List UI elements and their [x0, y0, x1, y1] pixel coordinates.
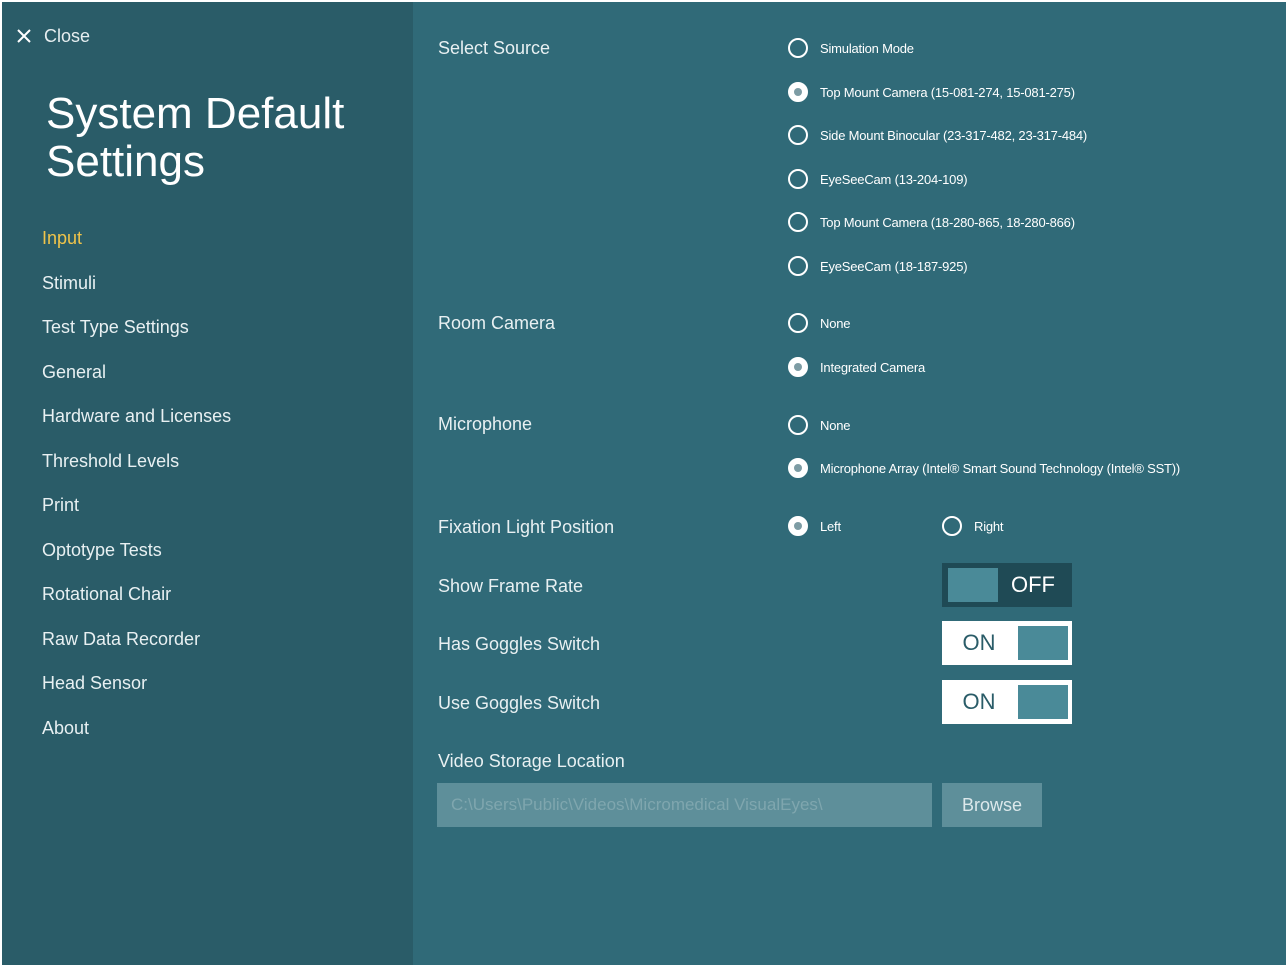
has-goggles-switch-toggle[interactable]: ON [942, 621, 1072, 665]
fixation-option-left[interactable]: Left [788, 516, 841, 536]
microphone-option-none[interactable]: None [788, 415, 850, 435]
show-frame-rate-toggle[interactable]: OFF [942, 563, 1072, 607]
radio-label: Top Mount Camera (15-081-274, 15-081-275… [820, 84, 1075, 100]
radio-label: Side Mount Binocular (23-317-482, 23-317… [820, 127, 1088, 143]
radio-button[interactable] [788, 256, 808, 276]
room-camera-label: Room Camera [438, 313, 556, 333]
source-option-eyeseecam-1[interactable]: EyeSeeCam (13-204-109) [788, 169, 968, 189]
nav-item-stimuli[interactable]: Stimuli [42, 269, 231, 314]
source-option-eyeseecam-2[interactable]: EyeSeeCam (18-187-925) [788, 256, 968, 276]
radio-label: Left [820, 518, 841, 534]
radio-button[interactable] [788, 415, 808, 435]
radio-button[interactable] [788, 313, 808, 333]
show-frame-rate-label: Show Frame Rate [438, 576, 584, 596]
room-camera-option-integrated[interactable]: Integrated Camera [788, 357, 925, 377]
fixation-option-right[interactable]: Right [942, 516, 1004, 536]
radio-button[interactable] [788, 82, 808, 102]
use-goggles-switch-label: Use Goggles Switch [438, 693, 601, 713]
has-goggles-switch-label: Has Goggles Switch [438, 634, 601, 654]
radio-label: Simulation Mode [820, 40, 914, 56]
fixation-light-label: Fixation Light Position [438, 517, 615, 537]
radio-label: None [820, 315, 851, 331]
nav-item-rotational-chair[interactable]: Rotational Chair [42, 580, 231, 625]
microphone-label: Microphone [438, 414, 533, 434]
settings-content: Select Source Simulation Mode Top Mount … [413, 2, 1286, 965]
nav-item-input[interactable]: Input [42, 224, 231, 269]
radio-label: None [820, 417, 851, 433]
nav-item-test-type-settings[interactable]: Test Type Settings [42, 313, 231, 358]
nav-item-print[interactable]: Print [42, 491, 231, 536]
toggle-knob [1018, 685, 1068, 719]
radio-button[interactable] [788, 212, 808, 232]
nav-item-raw-data-recorder[interactable]: Raw Data Recorder [42, 625, 231, 670]
source-option-top-mount-camera-2[interactable]: Top Mount Camera (18-280-865, 18-280-866… [788, 212, 1075, 232]
radio-button[interactable] [788, 357, 808, 377]
nav-item-general[interactable]: General [42, 358, 231, 403]
radio-label: Microphone Array (Intel® Smart Sound Tec… [820, 460, 1181, 476]
radio-button[interactable] [788, 169, 808, 189]
source-option-top-mount-camera-1[interactable]: Top Mount Camera (15-081-274, 15-081-275… [788, 82, 1075, 102]
close-icon [17, 29, 31, 43]
radio-button[interactable] [788, 458, 808, 478]
video-storage-path-input[interactable] [437, 783, 932, 827]
toggle-knob [948, 568, 998, 602]
radio-label: Top Mount Camera (18-280-865, 18-280-866… [820, 214, 1075, 230]
nav-item-optotype-tests[interactable]: Optotype Tests [42, 536, 231, 581]
nav-item-head-sensor[interactable]: Head Sensor [42, 669, 231, 714]
browse-button[interactable]: Browse [942, 783, 1042, 827]
nav-item-about[interactable]: About [42, 714, 231, 759]
radio-button[interactable] [788, 516, 808, 536]
radio-label: EyeSeeCam (13-204-109) [820, 171, 968, 187]
microphone-option-array[interactable]: Microphone Array (Intel® Smart Sound Tec… [788, 458, 1180, 478]
toggle-state: ON [962, 630, 996, 655]
select-source-label: Select Source [438, 38, 551, 58]
toggle-knob [1018, 626, 1068, 660]
radio-button[interactable] [788, 38, 808, 58]
use-goggles-switch-toggle[interactable]: ON [942, 680, 1072, 724]
radio-button[interactable] [942, 516, 962, 536]
radio-label: Right [974, 518, 1004, 534]
radio-label: Integrated Camera [820, 359, 925, 375]
video-storage-label: Video Storage Location [438, 751, 625, 771]
close-button[interactable]: Close [16, 22, 90, 50]
close-label: Close [44, 25, 91, 46]
room-camera-option-none[interactable]: None [788, 313, 850, 333]
settings-window: Close System Default Settings Input Stim… [2, 2, 1286, 965]
toggle-state: OFF [1011, 572, 1055, 597]
nav-item-threshold-levels[interactable]: Threshold Levels [42, 447, 231, 492]
settings-nav: Input Stimuli Test Type Settings General… [42, 224, 231, 758]
source-option-simulation-mode[interactable]: Simulation Mode [788, 38, 914, 58]
nav-item-hardware-and-licenses[interactable]: Hardware and Licenses [42, 402, 231, 447]
radio-button[interactable] [788, 125, 808, 145]
sidebar: Close System Default Settings Input Stim… [2, 2, 413, 965]
toggle-state: ON [962, 689, 996, 714]
source-option-side-mount-binocular[interactable]: Side Mount Binocular (23-317-482, 23-317… [788, 125, 1087, 145]
page-title: System Default Settings [46, 89, 345, 186]
radio-label: EyeSeeCam (18-187-925) [820, 258, 968, 274]
